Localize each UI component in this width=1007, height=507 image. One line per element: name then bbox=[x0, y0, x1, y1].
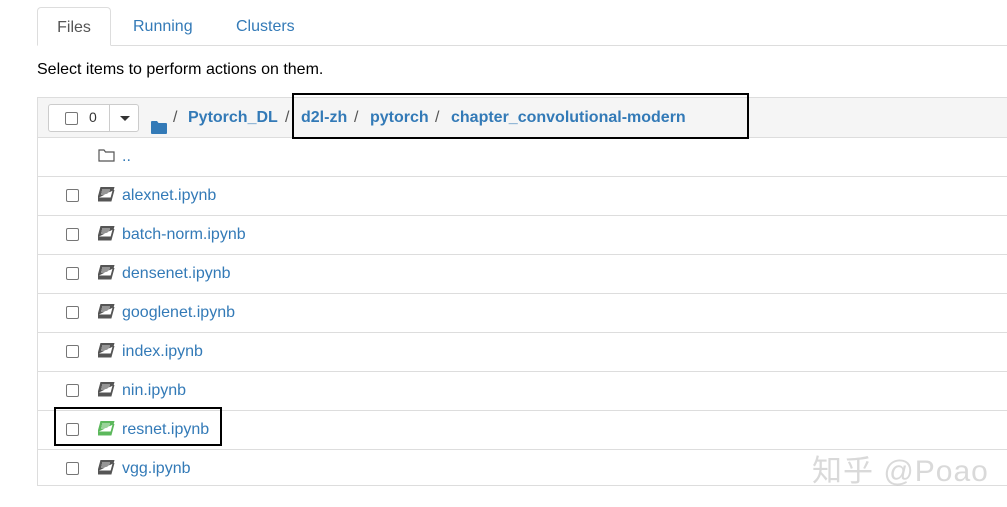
folder-outline-icon bbox=[98, 148, 115, 167]
select-all-button[interactable]: 0 bbox=[49, 105, 110, 131]
file-link[interactable]: vgg.ipynb bbox=[122, 460, 191, 478]
breadcrumb-separator: / bbox=[435, 109, 440, 126]
notebook-icon bbox=[97, 342, 115, 363]
item-checkbox[interactable] bbox=[66, 228, 79, 241]
file-link[interactable]: nin.ipynb bbox=[122, 382, 186, 400]
list-item[interactable]: resnet.ipynb bbox=[38, 411, 1007, 450]
item-checkbox[interactable] bbox=[66, 462, 79, 475]
breadcrumb-item-chapter[interactable]: chapter_convolutional-modern bbox=[451, 98, 686, 138]
list-item[interactable]: googlenet.ipynb bbox=[38, 294, 1007, 333]
notebook-icon bbox=[97, 303, 115, 324]
file-list: 0 / Pytorch_DL / d2l-zh / pytorch / chap… bbox=[37, 97, 1007, 486]
breadcrumb-item-d2l-zh[interactable]: d2l-zh bbox=[301, 98, 347, 138]
select-all-checkbox[interactable] bbox=[65, 112, 78, 125]
notebook-icon bbox=[97, 459, 115, 480]
breadcrumb-separator: / bbox=[285, 109, 290, 126]
file-link[interactable]: googlenet.ipynb bbox=[122, 304, 235, 322]
notebook-icon bbox=[97, 381, 115, 402]
file-link[interactable]: batch-norm.ipynb bbox=[122, 226, 246, 244]
selected-count: 0 bbox=[89, 109, 97, 125]
select-all-dropdown[interactable]: 0 bbox=[48, 104, 139, 132]
breadcrumb-item-pytorch-dl[interactable]: Pytorch_DL bbox=[188, 98, 278, 138]
tab-files[interactable]: Files bbox=[37, 7, 111, 46]
list-item[interactable]: alexnet.ipynb bbox=[38, 177, 1007, 216]
watermark-text: 知乎 @Poao bbox=[812, 455, 989, 488]
chevron-down-icon[interactable] bbox=[120, 116, 130, 121]
list-item[interactable]: batch-norm.ipynb bbox=[38, 216, 1007, 255]
item-checkbox[interactable] bbox=[66, 189, 79, 202]
notebook-running-icon bbox=[97, 420, 115, 441]
tab-bar: Files Running Clusters bbox=[37, 7, 1007, 46]
parent-dir-link[interactable]: .. bbox=[122, 148, 131, 166]
notebook-icon bbox=[97, 186, 115, 207]
list-item[interactable]: index.ipynb bbox=[38, 333, 1007, 372]
file-link[interactable]: alexnet.ipynb bbox=[122, 187, 216, 205]
instructions-text: Select items to perform actions on them. bbox=[37, 61, 324, 78]
item-checkbox[interactable] bbox=[66, 423, 79, 436]
breadcrumb-separator: / bbox=[173, 109, 178, 126]
notebook-icon bbox=[97, 264, 115, 285]
item-checkbox[interactable] bbox=[66, 345, 79, 358]
item-checkbox[interactable] bbox=[66, 267, 79, 280]
file-link[interactable]: resnet.ipynb bbox=[122, 421, 209, 439]
list-item[interactable]: nin.ipynb bbox=[38, 372, 1007, 411]
file-link[interactable]: densenet.ipynb bbox=[122, 265, 231, 283]
file-link[interactable]: index.ipynb bbox=[122, 343, 203, 361]
breadcrumb-item-pytorch[interactable]: pytorch bbox=[370, 98, 429, 138]
breadcrumb-separator: / bbox=[354, 109, 359, 126]
item-checkbox[interactable] bbox=[66, 384, 79, 397]
tab-clusters[interactable]: Clusters bbox=[226, 7, 305, 45]
list-item[interactable]: densenet.ipynb bbox=[38, 255, 1007, 294]
tab-running[interactable]: Running bbox=[123, 7, 203, 45]
notebook-icon bbox=[97, 225, 115, 246]
item-checkbox[interactable] bbox=[66, 306, 79, 319]
list-header: 0 / Pytorch_DL / d2l-zh / pytorch / chap… bbox=[38, 98, 1007, 138]
list-item-parent[interactable]: .. bbox=[38, 138, 1007, 177]
